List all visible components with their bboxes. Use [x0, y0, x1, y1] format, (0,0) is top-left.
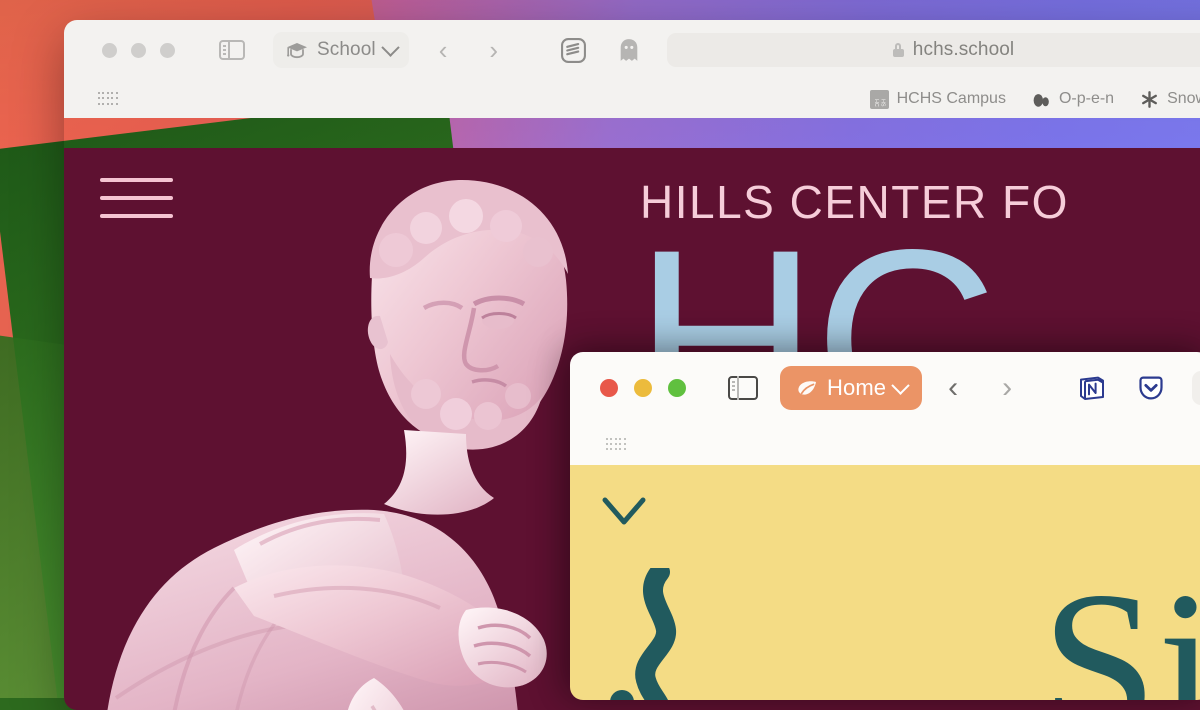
browser-window-front[interactable]: Home ‹ › Si [570, 352, 1200, 700]
bookmark-snow-peak[interactable]: Snow Pea [1140, 90, 1200, 109]
chevron-down-icon[interactable] [891, 375, 910, 395]
profile-switcher-school[interactable]: School [273, 32, 409, 68]
minimize-button[interactable] [634, 379, 652, 397]
toolbar-back: School ‹ › hchs.school [64, 20, 1200, 80]
bookmark-hchs-campus[interactable]: HC HS HCHS Campus [869, 89, 1006, 109]
ghost-icon[interactable] [617, 37, 641, 64]
traffic-lights-back[interactable] [102, 42, 175, 58]
open-favicon [1032, 90, 1051, 109]
sidebar-icon[interactable] [728, 376, 758, 400]
zoom-button[interactable] [668, 379, 686, 397]
page-content-home: Si [570, 465, 1200, 700]
bookmark-label: Snow Pea [1167, 90, 1200, 107]
address-bar-value: hchs.school [912, 39, 1015, 60]
asterisk-favicon [1140, 90, 1159, 109]
leaf-icon [795, 378, 819, 398]
chevron-down-icon[interactable] [381, 37, 400, 57]
page-heading: Si [1040, 549, 1200, 700]
minimize-button[interactable] [131, 42, 146, 58]
bookmark-label: O-p-e-n [1058, 90, 1115, 107]
bookmark-label: HCHS Campus [896, 90, 1006, 107]
bookmarks-bar-front [570, 424, 1200, 530]
profile-label: Home [827, 375, 887, 400]
toolbar-front: Home ‹ › [570, 352, 1200, 424]
address-bar-front[interactable] [1192, 371, 1200, 405]
checklist-icon[interactable] [560, 37, 587, 64]
bookmark-open[interactable]: O-p-e-n [1032, 90, 1114, 109]
lock-icon [892, 43, 904, 57]
zoom-button[interactable] [160, 42, 175, 58]
bookmarks-grid-icon[interactable] [98, 92, 118, 106]
graduation-cap-icon [285, 40, 309, 60]
forward-button[interactable]: › [489, 37, 498, 63]
back-button[interactable]: ‹ [439, 37, 448, 63]
browser-chrome-front: Home ‹ › [570, 352, 1200, 530]
squiggle-decoration [630, 562, 710, 700]
hero-statue-image [74, 158, 614, 710]
browser-chrome-back: School ‹ › hchs.school HC HS HCHS Campus… [64, 20, 1200, 118]
profile-switcher-home[interactable]: Home [780, 366, 923, 410]
svg-text:HS: HS [879, 99, 885, 107]
close-button[interactable] [102, 42, 117, 58]
traffic-lights-front[interactable] [600, 379, 686, 397]
close-button[interactable] [600, 379, 618, 397]
svg-text:HC: HC [873, 99, 879, 107]
forward-button[interactable]: › [1002, 373, 1012, 403]
back-button[interactable]: ‹ [948, 373, 958, 403]
bookmarks-bar-back: HC HS HCHS Campus O-p-e-n Sno [64, 80, 1200, 118]
pocket-icon[interactable] [1136, 373, 1166, 403]
chevron-down-icon[interactable] [600, 495, 648, 527]
sidebar-icon[interactable] [219, 40, 245, 60]
address-bar-back[interactable]: hchs.school [667, 33, 1200, 67]
notion-icon[interactable] [1076, 373, 1106, 403]
hchs-favicon: HC HS [869, 89, 889, 109]
profile-label: School [317, 39, 376, 60]
bookmarks-grid-icon[interactable] [606, 437, 626, 452]
